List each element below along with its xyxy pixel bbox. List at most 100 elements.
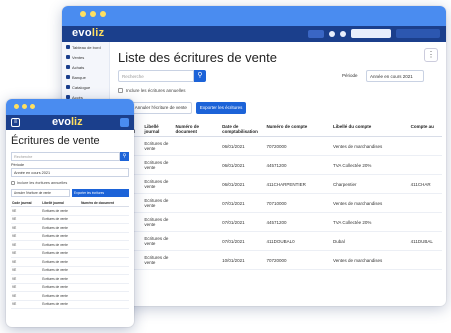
table-cell-code: VE — [11, 283, 42, 292]
table-row[interactable]: VEEcritures de vente07/01/202144571200TV… — [118, 212, 442, 232]
evoliz-logo[interactable]: evoliz — [72, 27, 104, 39]
table-row[interactable]: VE Ecritures de vente — [11, 206, 129, 216]
table-row[interactable]: VEEcritures de vente06/01/202144571200TV… — [118, 155, 442, 175]
search-button[interactable]: ⚲ — [194, 70, 206, 82]
table-cell-journal: Ecritures de vente — [41, 257, 81, 267]
table-cell-doc — [80, 300, 129, 309]
search-input[interactable]: Recherche — [118, 70, 194, 82]
table-cell-journal: Ecritures de vente — [142, 136, 174, 156]
table-cell-code: VE — [11, 240, 42, 250]
table-cell-journal: Ecritures de vente — [41, 215, 81, 224]
search-icon: ⚲ — [122, 153, 127, 159]
table-row[interactable]: VEEcritures de vente10/01/202170720000Ve… — [118, 250, 442, 270]
table-row[interactable]: VE Ecritures de vente — [11, 274, 129, 284]
table-cell-journal: Ecritures de vente — [41, 283, 81, 292]
table-row[interactable]: VEEcritures de vente06/01/2021411CHARPEN… — [118, 174, 442, 194]
table-cell-doc — [80, 257, 129, 267]
table-cell-account: 411DOUBAL0 — [264, 231, 331, 251]
table-row[interactable]: VE Ecritures de vente — [11, 291, 129, 301]
sidebar-item[interactable]: Ventes — [62, 52, 109, 62]
table-row[interactable]: VEEcritures de vente06/01/202170720000Ve… — [118, 136, 442, 156]
table-cell-code: VE — [11, 291, 42, 301]
table-cell-code: VE — [11, 232, 42, 241]
user-avatar[interactable] — [120, 118, 129, 127]
checkbox[interactable] — [118, 88, 123, 93]
table-cell-code: VE — [11, 223, 42, 233]
sidebar-item[interactable]: Banque — [62, 72, 109, 82]
table-cell-label: TVA Collectée 20% — [331, 212, 409, 232]
column-header[interactable]: Libellé journal — [142, 122, 174, 137]
table-cell-account: 411CHARPENTIER — [264, 174, 331, 194]
action-buttons: Annuler l'écriture de vente Exporter les… — [11, 189, 129, 197]
search-button[interactable]: ⚲ — [120, 152, 129, 161]
table-cell-account: 44571200 — [264, 155, 331, 175]
navbar-badge[interactable] — [308, 29, 324, 38]
table-cell-journal: Ecritures de vente — [41, 266, 81, 275]
table-row[interactable]: VE Ecritures de vente — [11, 266, 129, 275]
include-annual-checkbox-row[interactable]: Inclure les écritures annuelles — [118, 88, 186, 93]
mobile-titlebar — [6, 99, 134, 115]
company-select[interactable] — [351, 29, 391, 38]
table-row[interactable]: VE Ecritures de vente — [11, 223, 129, 233]
table-cell-code: VE — [11, 215, 42, 224]
table-row[interactable]: VE Ecritures de vente — [11, 232, 129, 241]
table-cell-code: VE — [11, 249, 42, 258]
table-cell-date: 06/01/2021 — [220, 174, 265, 194]
table-row[interactable]: VE Ecritures de vente — [11, 240, 129, 250]
cancel-entry-button[interactable]: ◼ Annuler l'écriture de vente — [124, 102, 192, 114]
period-label: Période — [342, 73, 358, 78]
notification-icon[interactable] — [340, 30, 346, 37]
table-cell-doc — [80, 249, 129, 258]
column-header[interactable]: Date de comptabilisation — [220, 122, 265, 137]
cancel-entry-button[interactable]: Annuler l'écriture de vente — [11, 189, 70, 197]
search-group: Recherche ⚲ — [11, 152, 129, 161]
table-cell-label: Ventes de marchandises — [331, 250, 409, 270]
table-cell-journal: Ecritures de vente — [142, 155, 174, 175]
include-annual-checkbox-row[interactable]: Inclure les écritures annuelles — [11, 181, 129, 185]
table-cell-journal: Ecritures de vente — [41, 274, 81, 284]
table-row[interactable]: VE Ecritures de vente — [11, 257, 129, 267]
table-cell-journal: Ecritures de vente — [142, 174, 174, 194]
window-dot-icon — [14, 104, 19, 109]
sidebar-item[interactable]: Achats — [62, 62, 109, 72]
table-cell-doc — [80, 291, 129, 301]
period-label: Période — [11, 163, 25, 167]
sidebar-item[interactable]: Catalogue — [62, 82, 109, 92]
page-title: Écritures de vente — [11, 135, 100, 147]
table-row[interactable]: VEEcritures de vente07/01/202170710000Ve… — [118, 193, 442, 213]
table-row[interactable]: VE Ecritures de vente — [11, 215, 129, 224]
more-options-button[interactable]: ⋮ — [424, 48, 438, 62]
table-row[interactable]: VE Ecritures de vente — [11, 249, 129, 258]
table-row[interactable]: VEEcritures de vente07/01/2021411DOUBAL0… — [118, 231, 442, 251]
user-menu[interactable] — [396, 29, 440, 38]
period-select[interactable]: Année en cours 2021 — [11, 168, 129, 177]
column-header[interactable]: Libellé du compte — [331, 122, 409, 137]
table-cell-account: 44571200 — [264, 212, 331, 232]
help-icon[interactable] — [329, 30, 335, 37]
search-input[interactable]: Recherche — [11, 152, 120, 161]
export-button[interactable]: Exporter les écritures — [195, 102, 247, 114]
table-cell-account: 70720000 — [264, 136, 331, 156]
export-button[interactable]: Exporter les écritures — [72, 189, 129, 197]
table-cell-amount: 411DUBAL — [408, 231, 442, 251]
table-cell-date: 07/01/2021 — [220, 231, 265, 251]
column-header[interactable]: Numéro de compte — [264, 122, 331, 137]
column-header[interactable]: Numéro de document — [173, 122, 221, 137]
table-cell-journal: Ecritures de vente — [142, 193, 174, 213]
period-select[interactable]: Année en cours 2021 — [366, 70, 424, 82]
table-cell-journal: Ecritures de vente — [41, 232, 81, 241]
table-row[interactable]: VE Ecritures de vente — [11, 300, 129, 309]
sidebar-item[interactable]: Tableau de bord — [62, 42, 109, 52]
sidebar-icon — [66, 85, 70, 89]
window-dot-icon — [100, 11, 106, 17]
hamburger-menu-icon[interactable]: ≡ — [11, 118, 20, 127]
table-cell-amount — [408, 212, 442, 232]
table-cell-doc — [173, 212, 221, 232]
column-header[interactable]: Compte au — [408, 122, 442, 137]
checkbox[interactable] — [11, 181, 15, 185]
table-row[interactable]: VE Ecritures de vente — [11, 283, 129, 292]
mobile-navbar: ≡ evoliz — [6, 115, 134, 130]
table-cell-code: VE — [11, 274, 42, 284]
evoliz-logo[interactable]: evoliz — [52, 116, 83, 128]
sidebar-item-label: Achats — [72, 64, 85, 70]
